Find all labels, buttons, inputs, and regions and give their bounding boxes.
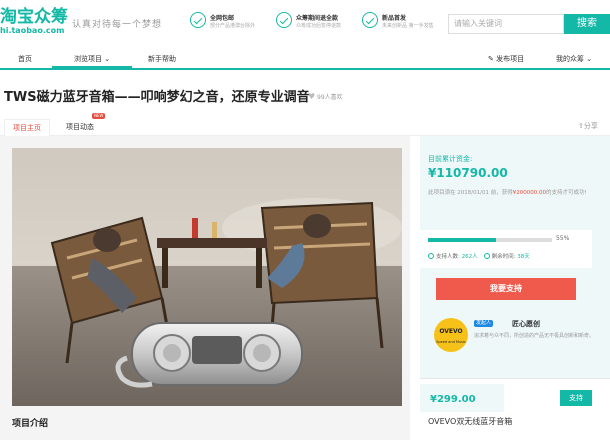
feature-subtitle: 未来创新品 第一手发售 — [382, 23, 434, 29]
tab-project-home[interactable]: 项目主页 — [4, 119, 50, 137]
like-count[interactable]: ♥ 99人喜欢 — [308, 92, 343, 102]
site-logo[interactable]: 淘宝众筹 hi.taobao.com — [0, 8, 68, 36]
nav-item-help[interactable]: 新手帮助 — [148, 54, 176, 64]
my-crowdfunding-menu[interactable]: 我的众筹 ⌄ — [556, 54, 592, 64]
brand-logo-text: OVEVO — [439, 328, 463, 335]
feature-title: 众筹期间退全款 — [296, 15, 339, 22]
reward-price: ¥299.00 — [430, 394, 476, 405]
feature-subtitle: 部分产品港澳台除外 — [210, 23, 256, 29]
clock-icon — [483, 253, 490, 259]
check-circle-icon — [276, 12, 292, 28]
slogan: 认真对待每一个梦想 — [72, 20, 163, 30]
brand-logo-sub: Speed and Music — [436, 340, 466, 344]
brand-name[interactable]: 匠心愿创 — [512, 319, 540, 329]
funding-progress-bar — [428, 238, 552, 242]
search-button[interactable]: 搜索 — [564, 14, 610, 34]
brand-description: 追求着与众不同，所创造的产品无不极具创新和新奇。 — [474, 333, 595, 339]
user-icon — [428, 253, 434, 259]
brand-logo[interactable]: OVEVO Speed and Music — [434, 318, 468, 352]
initiator-badge: 发起人 — [474, 320, 494, 327]
supporters-label: 支持人数: — [436, 254, 460, 260]
search-input[interactable]: 请输入关键词 — [448, 14, 564, 34]
feature-title: 新品首发 — [382, 15, 407, 22]
support-button[interactable]: 我要支持 — [436, 278, 576, 300]
tab-project-updates[interactable]: 项目动态 — [58, 119, 102, 137]
feature-title: 全网包邮 — [210, 15, 235, 22]
chevron-down-icon: ⌄ — [586, 55, 593, 63]
project-intro-heading: 项目介绍 — [12, 419, 49, 429]
funds-label: 目前累计资金: — [428, 155, 473, 163]
funding-deadline-text: 此项目须在 2018/01/01 前，获得¥200000.00的支持才可成功! — [428, 188, 600, 198]
funds-amount: ¥110790.00 — [428, 166, 508, 180]
chevron-down-icon: ⌄ — [104, 55, 111, 63]
like-count-text: 99人喜欢 — [317, 94, 343, 101]
feature-subtitle: 众筹成功后暂停退款 — [296, 23, 342, 29]
remaining-time: 38天 — [517, 254, 530, 260]
progress-percent: 55% — [556, 235, 570, 242]
funding-goal: ¥200000.00 — [512, 190, 546, 196]
top-header: 淘宝众筹 hi.taobao.com 认真对待每一个梦想 全网包邮 部分产品港澳… — [0, 0, 610, 48]
remaining-label: 剩余时间: — [491, 254, 516, 260]
supporters-info: 支持人数: 262人 剩余时间: 38天 — [428, 252, 530, 260]
share-label: 分享 — [583, 122, 598, 130]
page-title: TWS磁力蓝牙音箱——叩响梦幻之音，还原专业调音 — [4, 90, 310, 105]
supporters-count: 262人 — [461, 254, 478, 260]
edit-icon: ✎ — [488, 55, 494, 63]
my-account-label: 我的众筹 — [556, 55, 584, 63]
nav-item-home[interactable]: 首页 — [18, 54, 32, 64]
nav-item-browse[interactable]: 浏览项目 ⌄ — [74, 54, 110, 64]
publish-project-link[interactable]: ✎ 发布项目 — [488, 54, 524, 64]
progress-fill — [428, 238, 497, 242]
share-button[interactable]: ⇪分享 — [578, 121, 598, 131]
project-hero-image — [12, 148, 402, 406]
nav-item-label: 浏览项目 — [74, 55, 102, 63]
project-tabs: 项目主页 项目动态 — [0, 116, 610, 137]
reward-support-button[interactable]: 支持 — [560, 390, 592, 406]
deadline-prefix: 此项目须在 2018/01/01 前，获得 — [428, 190, 513, 196]
new-badge: NEW — [92, 113, 106, 119]
check-circle-icon — [362, 12, 378, 28]
beach-speaker-illustration — [12, 148, 402, 406]
heart-icon: ♥ — [308, 92, 316, 101]
check-circle-icon — [190, 12, 206, 28]
main-nav: 首页 浏览项目 ⌄ 新手帮助 ✎ 发布项目 我的众筹 ⌄ — [0, 48, 610, 70]
logo-title: 淘宝众筹 — [0, 7, 68, 27]
reward-title: OVEVO双无线蓝牙音箱 — [428, 417, 513, 426]
publish-label: 发布项目 — [496, 55, 525, 63]
nav-active-indicator — [52, 66, 132, 68]
logo-url: hi.taobao.com — [0, 26, 65, 35]
deadline-suffix: 的支持才可成功! — [545, 190, 587, 196]
